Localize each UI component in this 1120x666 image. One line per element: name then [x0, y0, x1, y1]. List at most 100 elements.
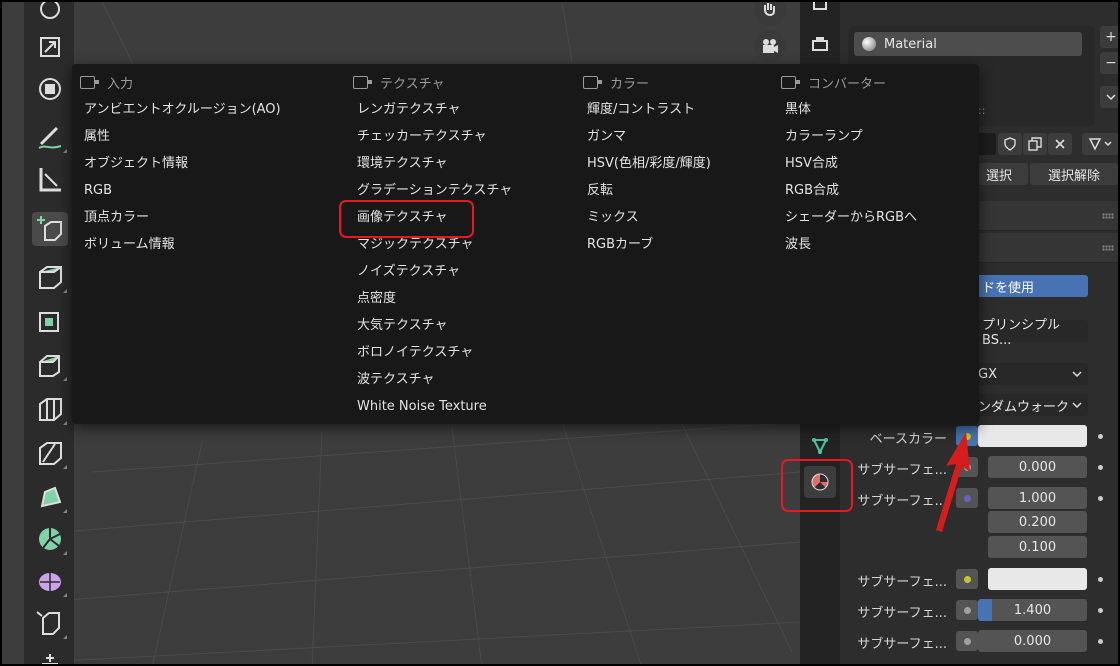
- loop-cut-tool[interactable]: [32, 392, 68, 426]
- menu-item[interactable]: ガンマ: [575, 123, 711, 150]
- tab-render[interactable]: [804, 2, 836, 20]
- move-tool[interactable]: [32, 2, 68, 26]
- keyframe-dot[interactable]: [1098, 496, 1103, 501]
- remove-slot-button[interactable]: −: [1100, 52, 1118, 74]
- subsurface-radius-z[interactable]: 0.100: [988, 536, 1087, 558]
- keyframe-dot[interactable]: [1098, 577, 1103, 582]
- menu-column-color: カラー 輝度/コントラスト ガンマ HSV(色相/彩度/輝度) 反転 ミックス …: [575, 72, 711, 258]
- deselect-button[interactable]: 選択解除: [1030, 163, 1118, 185]
- menu-item[interactable]: ボリューム情報: [72, 231, 281, 258]
- menu-item[interactable]: 輝度/コントラスト: [575, 96, 711, 123]
- knife-tool[interactable]: [32, 436, 68, 470]
- menu-item[interactable]: 黒体: [773, 96, 917, 123]
- smooth-icon: [39, 573, 61, 591]
- input-label-subsurface-anisotropy: サブサーフェ...: [857, 637, 947, 652]
- menu-item[interactable]: ノイズテクスチャ: [345, 258, 512, 285]
- surface-shader-selector[interactable]: プリンシプルBS...: [970, 318, 1088, 348]
- shear-icon: [36, 611, 60, 635]
- shear-tool[interactable]: [32, 606, 68, 640]
- menu-item[interactable]: カラーランプ: [773, 123, 917, 150]
- smooth-tool[interactable]: [32, 564, 68, 598]
- subsurface-method-dropdown[interactable]: ンダムウォーク: [970, 394, 1088, 416]
- subsurface-anisotropy-field[interactable]: 0.000: [978, 630, 1087, 652]
- poly-build-tool[interactable]: [32, 480, 68, 514]
- menu-item[interactable]: HSV(色相/彩度/輝度): [575, 150, 711, 177]
- ior-fill-bar: [978, 599, 992, 621]
- menu-column-converter: コンバーター 黒体 カラーランプ HSV合成 RGB合成 シェーダーからRGBへ…: [773, 72, 917, 258]
- base-color-swatch[interactable]: [978, 425, 1087, 447]
- render-icon: [813, 2, 827, 10]
- menu-item[interactable]: 属性: [72, 123, 281, 150]
- extrude-tool[interactable]: [32, 260, 68, 294]
- subsurface-radius-y[interactable]: 0.200: [988, 511, 1087, 533]
- subsurface-color-swatch[interactable]: [988, 568, 1087, 590]
- tab-object-data[interactable]: [804, 430, 836, 462]
- socket-dot: [963, 606, 971, 614]
- menu-item[interactable]: ボロノイテクスチャ: [345, 339, 512, 366]
- add-cube-tool[interactable]: [32, 212, 68, 246]
- subsurface-ior-field[interactable]: 1.400: [978, 599, 1087, 621]
- menu-item[interactable]: 反転: [575, 177, 711, 204]
- copy-icon: [1028, 137, 1042, 151]
- chevron-down-icon: [1072, 371, 1082, 378]
- camera-icon: [763, 39, 778, 53]
- chevron-down-icon: [1072, 402, 1082, 409]
- scale-tool[interactable]: [32, 30, 68, 64]
- menu-item[interactable]: チェッカーテクスチャ: [345, 123, 512, 150]
- menu-item[interactable]: シェーダーからRGBへ: [773, 204, 917, 231]
- list-resize-grip[interactable]: ::: [978, 104, 985, 117]
- menu-item[interactable]: 波長: [773, 231, 917, 258]
- inset-tool[interactable]: [32, 304, 68, 338]
- subsurface-value-field[interactable]: 0.000: [988, 456, 1087, 478]
- add-node-menu: 入力 アンビエントオクルージョン(AO) 属性 オブジェクト情報 RGB 頂点カ…: [72, 64, 979, 424]
- poly-build-icon: [40, 486, 62, 508]
- socket-button-subsurface-ior[interactable]: [956, 600, 978, 620]
- socket-button-subsurface-color[interactable]: [956, 569, 978, 589]
- hand-icon: [764, 3, 775, 16]
- bevel-tool[interactable]: [32, 348, 68, 382]
- menu-item[interactable]: HSV合成: [773, 150, 917, 177]
- fake-user-button[interactable]: [998, 133, 1022, 155]
- link-mode-dropdown[interactable]: [1082, 133, 1118, 155]
- node-category-icon: [583, 75, 602, 89]
- keyframe-dot[interactable]: [1098, 608, 1103, 613]
- tab-output[interactable]: [804, 28, 836, 60]
- extrude-icon: [39, 266, 62, 289]
- menu-item[interactable]: RGB合成: [773, 177, 917, 204]
- keyframe-dot[interactable]: [1098, 434, 1103, 439]
- drag-grip[interactable]: [1102, 213, 1114, 219]
- menu-item[interactable]: レンガテクスチャ: [345, 96, 512, 123]
- menu-item[interactable]: RGB: [72, 177, 281, 204]
- menu-item[interactable]: 頂点カラー: [72, 204, 281, 231]
- menu-item[interactable]: オブジェクト情報: [72, 150, 281, 177]
- menu-item[interactable]: 波テクスチャ: [345, 366, 512, 393]
- add-slot-button[interactable]: +: [1100, 26, 1118, 48]
- annotate-tool[interactable]: [32, 120, 68, 154]
- menu-item[interactable]: 大気テクスチャ: [345, 312, 512, 339]
- keyframe-dot[interactable]: [1098, 465, 1103, 470]
- mesh-link-icon: [1088, 138, 1112, 151]
- measure-tool[interactable]: [32, 162, 68, 196]
- socket-button-subsurface-anisotropy[interactable]: [956, 631, 978, 651]
- drag-grip[interactable]: [1102, 245, 1114, 251]
- camera-view-button[interactable]: [754, 30, 786, 62]
- menu-item[interactable]: アンビエントオクルージョン(AO): [72, 96, 281, 123]
- spin-tool[interactable]: [32, 522, 68, 556]
- rip-tool[interactable]: [32, 648, 68, 664]
- menu-item[interactable]: 環境テクスチャ: [345, 150, 512, 177]
- menu-header-label: テクスチャ: [380, 76, 445, 92]
- use-nodes-button[interactable]: ドを使用: [970, 275, 1088, 297]
- duplicate-material-button[interactable]: [1023, 133, 1047, 155]
- subsurface-radius-x[interactable]: 1.000: [988, 487, 1087, 509]
- menu-column-texture: テクスチャ レンガテクスチャ チェッカーテクスチャ 環境テクスチャ グラデーショ…: [345, 72, 512, 420]
- menu-item[interactable]: White Noise Texture: [345, 393, 512, 420]
- material-slot-item[interactable]: Material: [854, 32, 1082, 56]
- menu-item[interactable]: ミックス: [575, 204, 711, 231]
- distribution-dropdown[interactable]: GX: [970, 363, 1088, 385]
- menu-item[interactable]: RGBカーブ: [575, 231, 711, 258]
- slot-specials-button[interactable]: [1100, 86, 1118, 108]
- keyframe-dot[interactable]: [1098, 639, 1103, 644]
- unlink-material-button[interactable]: [1048, 133, 1072, 155]
- transform-tool[interactable]: [32, 72, 68, 106]
- menu-item[interactable]: 点密度: [345, 285, 512, 312]
